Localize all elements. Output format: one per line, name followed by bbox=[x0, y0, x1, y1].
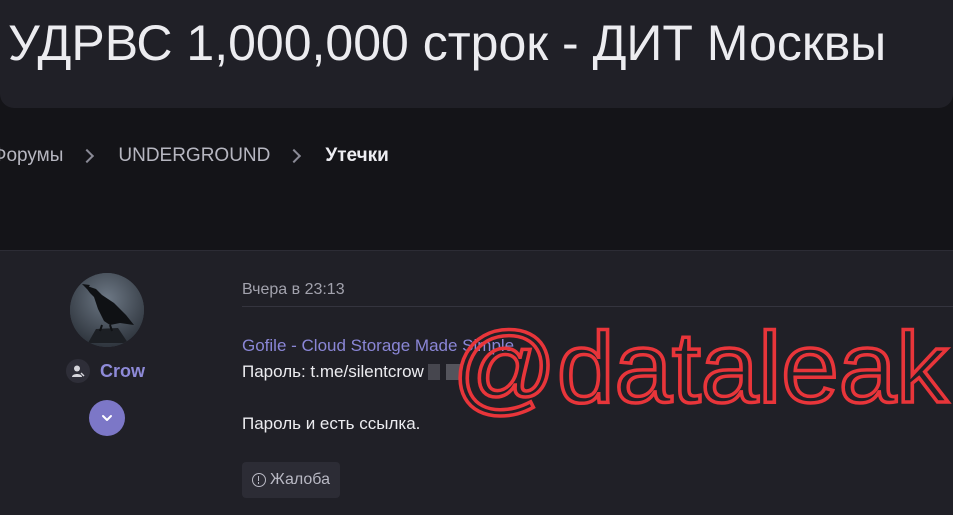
breadcrumb: Форумы UNDERGROUND Утечки bbox=[0, 143, 389, 169]
password-text: Пароль: t.me/silentcrow bbox=[242, 362, 424, 381]
thread-title: УДРВС 1,000,000 строк - ДИТ Москвы bbox=[8, 15, 887, 71]
avatar[interactable] bbox=[70, 273, 144, 347]
thread-header: УДРВС 1,000,000 строк - ДИТ Москвы bbox=[0, 0, 953, 108]
password-line: Пароль: t.me/silentcrow bbox=[242, 359, 514, 385]
breadcrumb-underground[interactable]: UNDERGROUND bbox=[118, 145, 270, 167]
author-name[interactable]: Crow bbox=[100, 361, 145, 382]
alert-circle-icon bbox=[252, 473, 266, 487]
divider bbox=[242, 306, 953, 307]
post-text: Пароль и есть ссылка. bbox=[242, 414, 421, 433]
report-label: Жалоба bbox=[270, 471, 330, 488]
author-line: Crow bbox=[66, 359, 145, 383]
post: Crow Вчера в 23:13 Gofile - Cloud Storag… bbox=[0, 250, 953, 515]
report-button[interactable]: Жалоба bbox=[242, 462, 340, 498]
chevron-right-icon bbox=[287, 148, 302, 164]
post-date[interactable]: Вчера в 23:13 bbox=[242, 281, 345, 299]
gofile-link[interactable]: Gofile - Cloud Storage Made Simple bbox=[242, 333, 514, 359]
redacted-blur bbox=[427, 364, 460, 380]
breadcrumb-forums[interactable]: Форумы bbox=[0, 145, 63, 167]
post-body: Gofile - Cloud Storage Made Simple Парол… bbox=[242, 333, 514, 437]
chevron-down-icon bbox=[102, 415, 112, 421]
chevron-right-icon bbox=[80, 148, 95, 164]
breadcrumb-leaks[interactable]: Утечки bbox=[325, 145, 388, 167]
expand-profile-button[interactable] bbox=[89, 400, 125, 436]
crow-avatar-image bbox=[70, 273, 144, 347]
user-icon bbox=[66, 359, 90, 383]
